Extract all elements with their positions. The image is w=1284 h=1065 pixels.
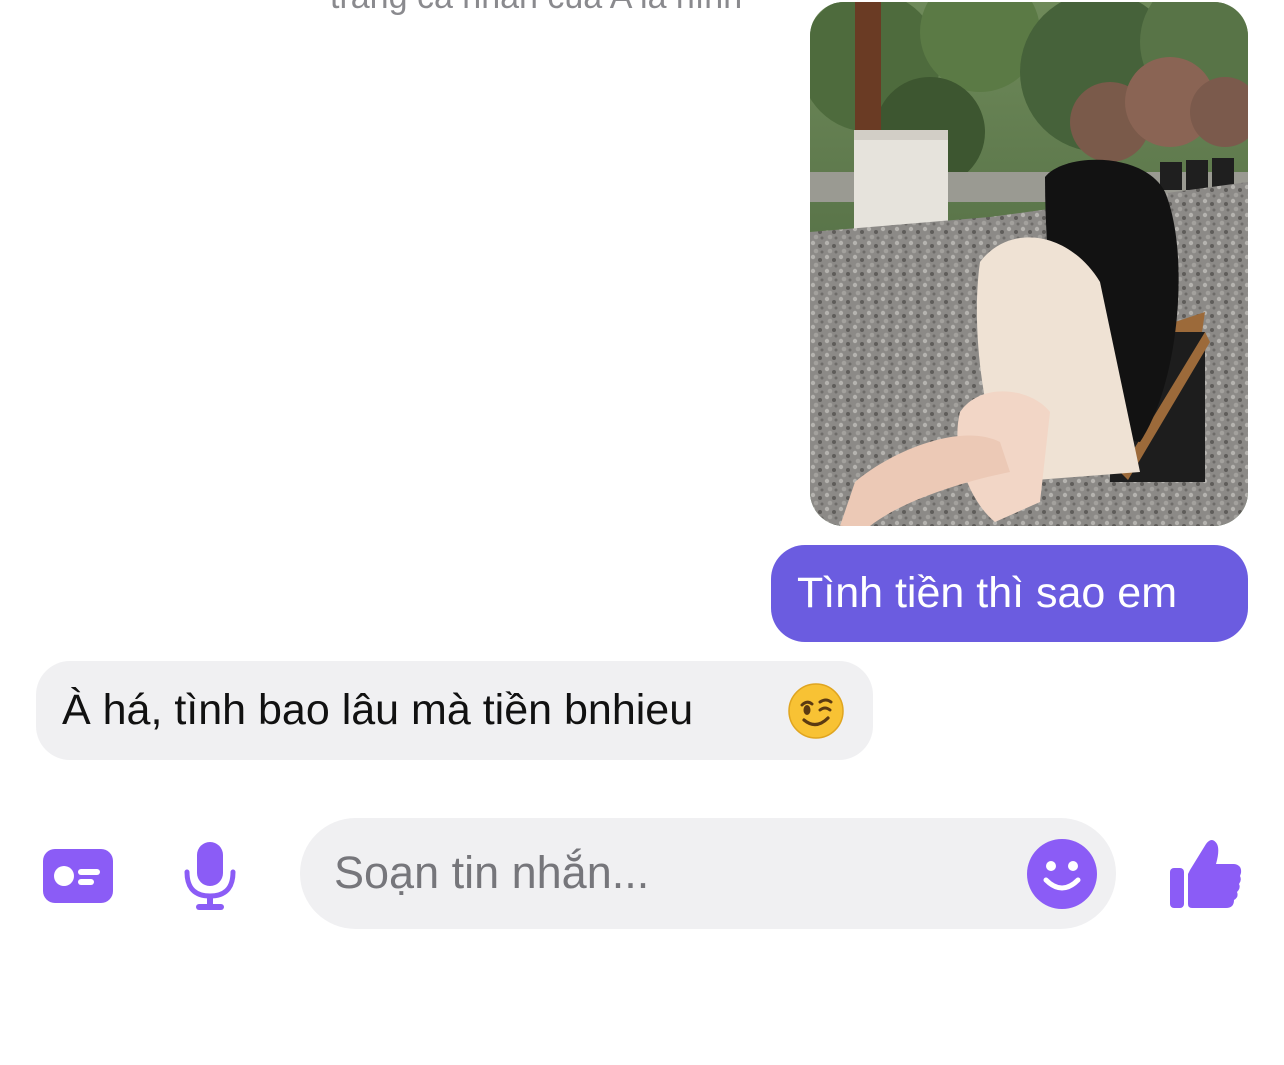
incoming-message-text: À há, tình bao lâu mà tiền bnhieu [62,686,694,734]
outgoing-message-bubble[interactable]: Tình tiền thì sao em [771,545,1248,642]
incoming-message-bubble[interactable]: À há, tình bao lâu mà tiền bnhieu [36,661,873,760]
outgoing-message-text: Tình tiền thì sao em [797,569,1178,617]
id-card-icon[interactable] [43,849,113,903]
photo-image [810,2,1248,526]
shared-photo[interactable] [810,2,1248,526]
message-composer [300,818,1116,929]
thumbs-up-icon[interactable] [1170,838,1242,910]
smiley-icon[interactable] [1026,838,1098,910]
winking-face-emoji-icon [788,683,844,739]
microphone-icon[interactable] [181,840,239,912]
message-input[interactable] [334,840,1014,906]
